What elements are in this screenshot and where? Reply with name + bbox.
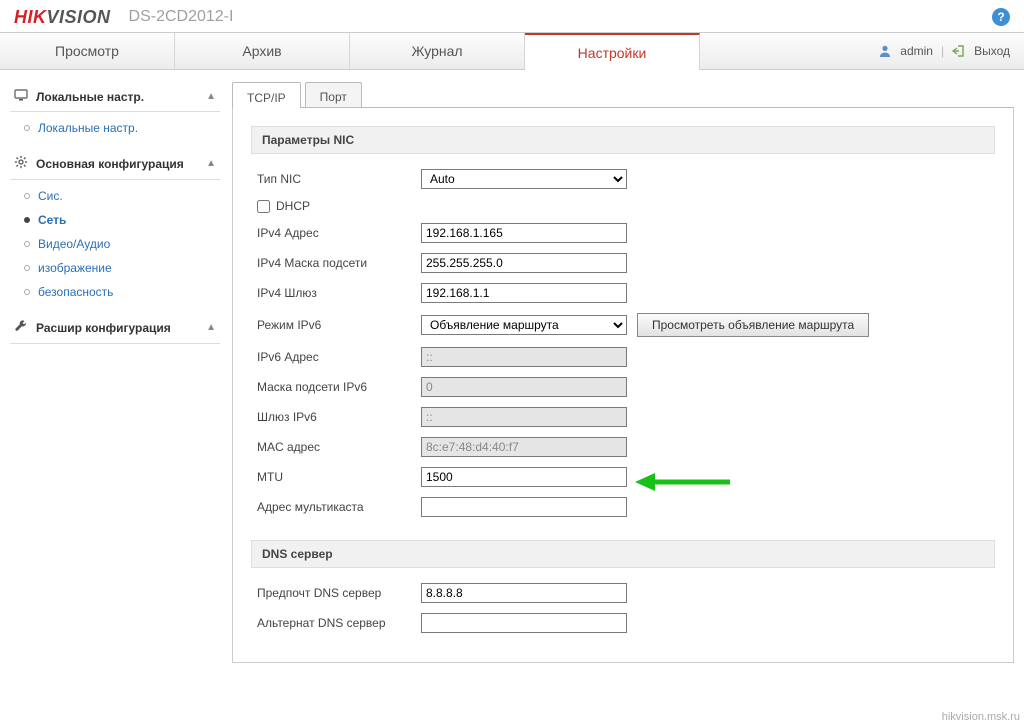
logout-icon — [952, 44, 966, 59]
ipv6-mode-label: Режим IPv6 — [251, 318, 411, 332]
nic-type-label: Тип NIC — [251, 172, 411, 186]
sidebar-item-video-audio[interactable]: Видео/Аудио — [10, 232, 220, 256]
ipv6-mode-select[interactable]: Объявление маршрута — [421, 315, 627, 335]
view-route-advert-button[interactable]: Просмотреть объявление маршрута — [637, 313, 869, 337]
help-icon[interactable]: ? — [992, 8, 1010, 26]
sidebar-item-label: Видео/Аудио — [38, 237, 110, 251]
mtu-input[interactable] — [421, 467, 627, 487]
sidebar-group-label: Расшир конфигурация — [36, 321, 171, 335]
device-model: DS-2CD2012-I — [129, 8, 234, 26]
main-nav: Просмотр Архив Журнал Настройки admin | … — [0, 32, 1024, 70]
ipv4-gw-label: IPv4 Шлюз — [251, 286, 411, 300]
ipv6-addr-input — [421, 347, 627, 367]
nav-tab-preview[interactable]: Просмотр — [0, 33, 175, 69]
nav-tab-log[interactable]: Журнал — [350, 33, 525, 69]
subtabs: TCP/IP Порт — [232, 82, 1014, 108]
dhcp-checkbox[interactable] — [257, 200, 270, 213]
subtab-port[interactable]: Порт — [305, 82, 362, 107]
wrench-icon — [14, 319, 28, 336]
ipv4-mask-input[interactable] — [421, 253, 627, 273]
nav-separator: | — [941, 44, 944, 58]
bullet-icon — [24, 265, 30, 271]
ipv6-gw-label: Шлюз IPv6 — [251, 410, 411, 424]
ipv4-gw-input[interactable] — [421, 283, 627, 303]
sidebar-group-label: Локальные настр. — [36, 90, 144, 104]
bullet-icon — [24, 125, 30, 131]
content-panel: TCP/IP Порт Параметры NIC Тип NIC Auto D… — [232, 82, 1014, 663]
sidebar-group-local[interactable]: Локальные настр. ▲ — [10, 82, 220, 112]
user-icon — [878, 44, 892, 59]
dhcp-label: DHCP — [276, 199, 310, 213]
subtab-tcpip[interactable]: TCP/IP — [232, 82, 301, 108]
sidebar-item-system[interactable]: Сис. — [10, 184, 220, 208]
sidebar-item-image[interactable]: изображение — [10, 256, 220, 280]
nav-user-area: admin | Выход — [878, 33, 1024, 69]
brand-logo: HIKVISION — [14, 7, 111, 28]
ipv4-addr-label: IPv4 Адрес — [251, 226, 411, 240]
chevron-up-icon: ▲ — [206, 322, 216, 333]
sidebar-group-advanced[interactable]: Расшир конфигурация ▲ — [10, 312, 220, 344]
pref-dns-input[interactable] — [421, 583, 627, 603]
chevron-up-icon: ▲ — [206, 158, 216, 169]
sidebar-group-label: Основная конфигурация — [36, 157, 184, 171]
bullet-icon — [24, 193, 30, 199]
ipv4-mask-label: IPv4 Маска подсети — [251, 256, 411, 270]
mac-input — [421, 437, 627, 457]
bullet-icon — [24, 217, 30, 223]
mac-label: MAC адрес — [251, 440, 411, 454]
sidebar-item-network[interactable]: Сеть — [10, 208, 220, 232]
nic-type-select[interactable]: Auto — [421, 169, 627, 189]
dns-section-title: DNS сервер — [251, 540, 995, 568]
user-name[interactable]: admin — [900, 44, 933, 58]
multicast-input[interactable] — [421, 497, 627, 517]
settings-form: Параметры NIC Тип NIC Auto DHCP IPv4 Адр… — [232, 108, 1014, 663]
logo-gray: VISION — [47, 7, 111, 27]
gear-icon — [14, 155, 28, 172]
sidebar: Локальные настр. ▲ Локальные настр. Осно… — [10, 82, 220, 663]
nav-tab-archive[interactable]: Архив — [175, 33, 350, 69]
sidebar-item-label: Локальные настр. — [38, 121, 138, 135]
logout-link[interactable]: Выход — [974, 44, 1010, 58]
logo-red: HIK — [14, 7, 47, 27]
alt-dns-label: Альтернат DNS сервер — [251, 616, 411, 630]
sidebar-item-label: Сис. — [38, 189, 63, 203]
ipv6-addr-label: IPv6 Адрес — [251, 350, 411, 364]
monitor-icon — [14, 89, 28, 104]
ipv6-mask-input — [421, 377, 627, 397]
sidebar-group-basic[interactable]: Основная конфигурация ▲ — [10, 148, 220, 180]
chevron-up-icon: ▲ — [206, 91, 216, 102]
watermark: hikvision.msk.ru — [942, 711, 1020, 723]
sidebar-item-local-settings[interactable]: Локальные настр. — [10, 116, 220, 140]
ipv6-mask-label: Маска подсети IPv6 — [251, 380, 411, 394]
sidebar-item-security[interactable]: безопасность — [10, 280, 220, 304]
sidebar-item-label: безопасность — [38, 285, 113, 299]
bullet-icon — [24, 241, 30, 247]
multicast-label: Адрес мультикаста — [251, 500, 411, 514]
bullet-icon — [24, 289, 30, 295]
sidebar-item-label: Сеть — [38, 213, 66, 227]
ipv6-gw-input — [421, 407, 627, 427]
nav-tab-settings[interactable]: Настройки — [525, 33, 700, 70]
alt-dns-input[interactable] — [421, 613, 627, 633]
mtu-label: MTU — [251, 470, 411, 484]
sidebar-item-label: изображение — [38, 261, 112, 275]
brand-bar: HIKVISION DS-2CD2012-I ? — [0, 0, 1024, 32]
pref-dns-label: Предпочт DNS сервер — [251, 586, 411, 600]
ipv4-addr-input[interactable] — [421, 223, 627, 243]
nic-section-title: Параметры NIC — [251, 126, 995, 154]
